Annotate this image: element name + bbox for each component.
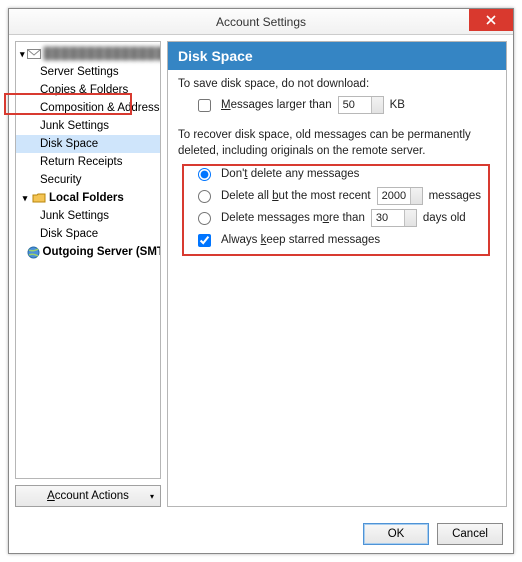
save-space-text: To save disk space, do not download: <box>178 78 496 90</box>
sidebar-item-local-diskspace[interactable]: Disk Space <box>16 225 160 243</box>
close-button[interactable] <box>469 9 513 31</box>
tree-account-root[interactable]: ▾ ████████████████ <box>16 45 160 63</box>
dialog-footer: OK Cancel <box>9 513 513 553</box>
twisty-icon[interactable]: ▾ <box>20 49 25 59</box>
ok-button[interactable]: OK <box>363 523 429 545</box>
folder-icon <box>32 191 46 205</box>
sidebar-item-junk[interactable]: Junk Settings <box>16 117 160 135</box>
radio-delete-recent-label: Delete all but the most recent <box>221 190 371 202</box>
days-spinbox[interactable]: 30 ▲▼ <box>371 209 417 227</box>
radio-delete-older[interactable] <box>198 212 211 225</box>
sidebar-item-disk-space[interactable]: Disk Space <box>16 135 160 153</box>
tree-smtp[interactable]: ▾ Outgoing Server (SMTP) <box>16 243 160 261</box>
size-unit: KB <box>390 99 405 111</box>
radio-delete-recent[interactable] <box>198 190 211 203</box>
window-title: Account Settings <box>216 15 306 29</box>
mail-icon <box>27 47 41 61</box>
recover-text: To recover disk space, old messages can … <box>178 128 496 159</box>
account-tree[interactable]: ▾ ████████████████ Server Settings Copie… <box>15 41 161 479</box>
sidebar-item-server-settings[interactable]: Server Settings <box>16 63 160 81</box>
radio-dont-delete[interactable] <box>198 168 211 181</box>
content-panel: Disk Space To save disk space, do not do… <box>167 41 507 507</box>
account-actions-button[interactable]: Account Actions ▾ <box>15 485 161 507</box>
messages-larger-label: Messages larger than <box>221 99 332 111</box>
sidebar-item-security[interactable]: Security <box>16 171 160 189</box>
local-folders-label: Local Folders <box>49 192 124 204</box>
recent-count-spinbox[interactable]: 2000 ▲▼ <box>377 187 423 205</box>
titlebar: Account Settings <box>9 9 513 35</box>
sidebar-item-composition[interactable]: Composition & Addressing <box>16 99 160 117</box>
close-icon <box>486 15 496 25</box>
sidebar-item-copies-folders[interactable]: Copies & Folders <box>16 81 160 99</box>
dropdown-icon: ▾ <box>150 492 154 501</box>
sidebar-item-return-receipts[interactable]: Return Receipts <box>16 153 160 171</box>
page-title: Disk Space <box>168 42 506 70</box>
tree-local-folders[interactable]: ▾ Local Folders <box>16 189 160 207</box>
keep-starred-label: Always keep starred messages <box>221 234 380 246</box>
globe-icon <box>27 245 40 259</box>
account-settings-window: Account Settings ▾ ████████████████ Serv… <box>8 8 514 554</box>
messages-larger-checkbox[interactable] <box>198 99 211 112</box>
smtp-label: Outgoing Server (SMTP) <box>43 246 161 258</box>
size-spinbox[interactable]: 50 ▲▼ <box>338 96 384 114</box>
radio-delete-older-label: Delete messages more than <box>221 212 365 224</box>
sidebar: ▾ ████████████████ Server Settings Copie… <box>15 41 161 507</box>
cancel-button[interactable]: Cancel <box>437 523 503 545</box>
sidebar-item-local-junk[interactable]: Junk Settings <box>16 207 160 225</box>
radio-dont-delete-label: Don't delete any messages <box>221 168 359 180</box>
twisty-icon[interactable]: ▾ <box>20 193 30 203</box>
account-name-label: ████████████████ <box>44 48 161 60</box>
keep-starred-checkbox[interactable] <box>198 234 211 247</box>
